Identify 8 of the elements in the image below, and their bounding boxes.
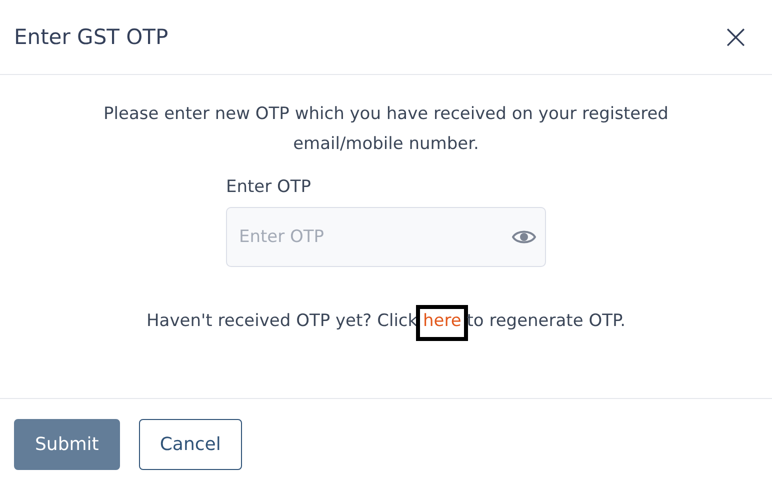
close-button[interactable]: × [714,20,758,54]
field-label: Enter OTP [226,177,312,197]
instruction-text: Please enter new OTP which you have received on your registered email/mobile number. [102,103,670,156]
otp-input-field[interactable]: Enter OTP [226,207,546,267]
eye-icon[interactable] [512,229,536,245]
dialog-title: Enter GST OTP [14,25,168,49]
here-link[interactable]: here [416,305,468,342]
dialog-button[interactable]: Cancel [138,419,242,470]
